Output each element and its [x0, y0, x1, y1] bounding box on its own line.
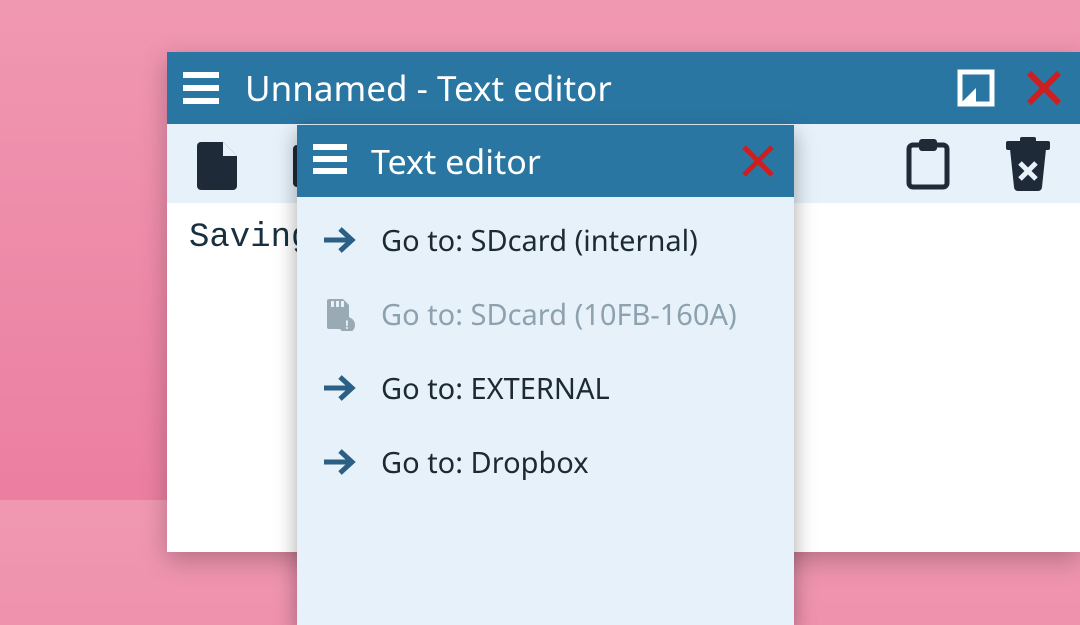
svg-text:!: ! — [345, 316, 348, 331]
popup-title: Text editor — [371, 138, 541, 184]
clipboard-button[interactable] — [898, 134, 958, 194]
menu-item-label: Go to: SDcard (10FB-160A) — [381, 295, 737, 334]
popup-close-button[interactable] — [736, 139, 780, 183]
sdcard-locked-icon: ! — [321, 296, 357, 332]
new-file-button[interactable] — [189, 134, 249, 194]
main-titlebar: Unnamed - Text editor — [167, 52, 1080, 124]
menu-item-sdcard-external-locked: ! Go to: SDcard (10FB-160A) — [297, 277, 794, 351]
menu-item-label: Go to: Dropbox — [381, 443, 589, 482]
menu-item-dropbox[interactable]: Go to: Dropbox — [297, 425, 794, 499]
menu-list: Go to: SDcard (internal) ! Go to: SDcard… — [297, 197, 794, 505]
popup-titlebar: Text editor — [297, 125, 794, 197]
close-button[interactable] — [1022, 66, 1066, 110]
menu-item-sdcard-internal[interactable]: Go to: SDcard (internal) — [297, 203, 794, 277]
popup-hamburger-icon[interactable] — [311, 143, 349, 180]
maximize-button[interactable] — [954, 66, 998, 110]
menu-item-external[interactable]: Go to: EXTERNAL — [297, 351, 794, 425]
menu-item-label: Go to: EXTERNAL — [381, 369, 610, 408]
delete-button[interactable] — [998, 134, 1058, 194]
arrow-right-icon — [321, 444, 357, 480]
hamburger-icon[interactable] — [181, 71, 221, 105]
navigation-popup: Text editor Go to: SDcard (internal) — [297, 125, 794, 625]
arrow-right-icon — [321, 370, 357, 406]
window-title: Unnamed - Text editor — [245, 65, 612, 112]
menu-item-label: Go to: SDcard (internal) — [381, 221, 698, 260]
arrow-right-icon — [321, 222, 357, 258]
